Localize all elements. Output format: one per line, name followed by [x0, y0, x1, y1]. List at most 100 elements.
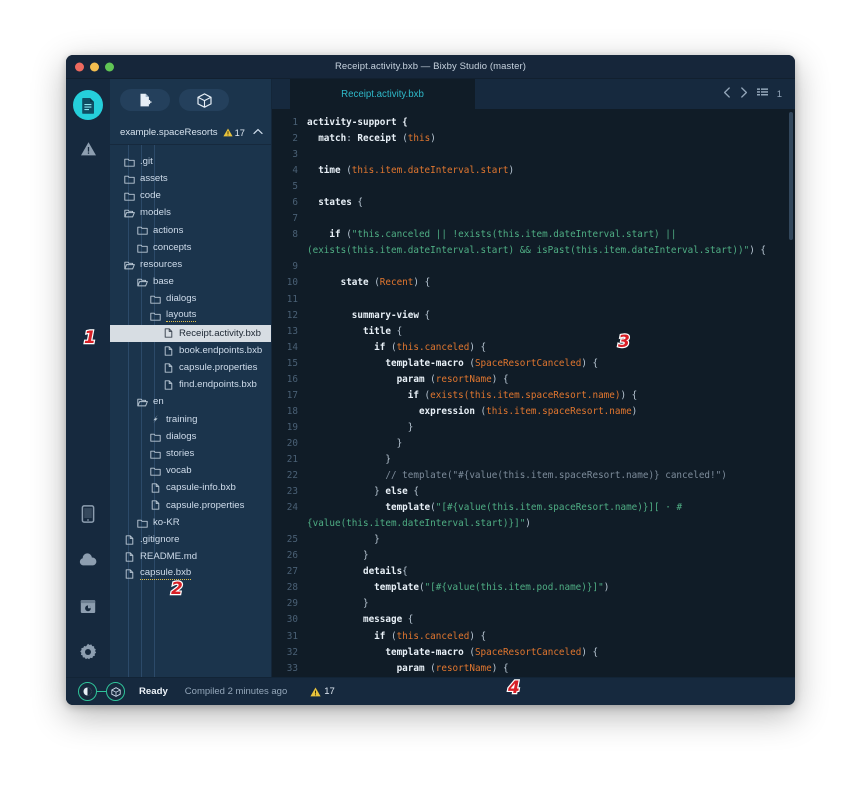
sidebar-toolbar	[110, 79, 271, 121]
code-line-text[interactable]: param (resortName) {	[307, 661, 795, 677]
tree-row[interactable]: concepts	[110, 239, 271, 256]
code-line-number: 10	[286, 277, 298, 289]
code-line-text[interactable]: state (Recent) {	[307, 275, 795, 291]
tree-item-label: ko-KR	[153, 516, 180, 528]
chevron-left-icon[interactable]	[723, 87, 731, 101]
tree-row[interactable]: stories	[110, 445, 271, 462]
code-line-text[interactable]: message {	[307, 612, 795, 628]
tree-row[interactable]: README.md	[110, 548, 271, 565]
tree-row[interactable]: dialogs	[110, 428, 271, 445]
file-icon	[162, 380, 175, 390]
code-line-text[interactable]: if (this.canceled) {	[307, 340, 795, 356]
code-line-text[interactable]: }	[307, 436, 795, 452]
runtime-toggle-group[interactable]	[78, 682, 125, 701]
code-line-number: 28	[286, 582, 298, 594]
device-simulator-icon[interactable]	[73, 499, 103, 529]
folder-closed-icon	[149, 449, 162, 459]
code-line-text[interactable]: if (this.canceled) {	[307, 629, 795, 645]
tree-row[interactable]: models	[110, 205, 271, 222]
code-line: 23 } else {	[272, 484, 795, 500]
window-preview-icon[interactable]	[73, 591, 103, 621]
settings-gear-icon[interactable]	[73, 637, 103, 667]
project-warning-badge[interactable]: 17	[222, 128, 245, 138]
code-line-number: 27	[286, 566, 298, 578]
activity-rail-bottom-group	[66, 499, 110, 667]
file-tree[interactable]: .git assets code models actions concepts resou…	[110, 145, 271, 677]
code-line-text[interactable]: match: Receipt (this)	[307, 131, 795, 147]
cloud-upload-icon[interactable]	[73, 545, 103, 575]
code-editor[interactable]: 1 activity-support {2 match: Receipt (thi…	[272, 109, 795, 677]
tree-item-label: dialogs	[166, 430, 197, 442]
tree-row[interactable]: actions	[110, 222, 271, 239]
tree-row[interactable]: en	[110, 394, 271, 411]
code-line-text[interactable]: }	[307, 452, 795, 468]
tree-item-label: assets	[140, 172, 168, 184]
new-capsule-button[interactable]	[179, 89, 229, 111]
file-explorer-icon[interactable]	[73, 90, 103, 120]
code-line-text[interactable]: // template("#{value(this.item.spaceReso…	[307, 468, 795, 484]
code-line: 31 if (this.canceled) {	[272, 629, 795, 645]
tree-row[interactable]: code	[110, 187, 271, 204]
minimize-window-button[interactable]	[90, 62, 99, 71]
code-line-text[interactable]: param (resortName) {	[307, 372, 795, 388]
tree-row[interactable]: layouts	[110, 308, 271, 325]
code-content[interactable]: 1 activity-support {2 match: Receipt (thi…	[272, 115, 795, 677]
code-line-text[interactable]: summary-view {	[307, 308, 795, 324]
code-line-number: 9	[292, 261, 298, 273]
tree-row[interactable]: dialogs	[110, 291, 271, 308]
code-line-text[interactable]: }	[307, 420, 795, 436]
project-header[interactable]: example.spaceResorts 17	[110, 121, 271, 145]
debug-toggle-icon[interactable]	[78, 682, 97, 701]
project-name: example.spaceResorts	[120, 127, 218, 138]
tree-row[interactable]: vocab	[110, 462, 271, 479]
editor-vertical-scrollbar[interactable]	[789, 112, 793, 240]
code-line-text[interactable]: activity-support {	[307, 115, 795, 131]
code-line-text[interactable]: if (exists(this.item.spaceResort.name)) …	[307, 388, 795, 404]
tree-row[interactable]: find.endpoints.bxb	[110, 376, 271, 393]
code-line: 20 }	[272, 436, 795, 452]
file-sidebar: example.spaceResorts 17 .git assets code…	[110, 79, 272, 677]
maximize-window-button[interactable]	[105, 62, 114, 71]
code-line: 1 activity-support {	[272, 115, 795, 131]
tree-row[interactable]: assets	[110, 170, 271, 187]
tab-receipt-activity[interactable]: Receipt.activity.bxb	[290, 79, 475, 109]
code-line-text[interactable]: }	[307, 532, 795, 548]
tree-row[interactable]: capsule.bxb	[110, 566, 271, 583]
tree-row[interactable]: .gitignore	[110, 531, 271, 548]
code-line-text[interactable]: }	[307, 548, 795, 564]
code-line: 25 }	[272, 532, 795, 548]
code-line-text[interactable]: template("[#{value(this.item.spaceResort…	[307, 500, 795, 532]
close-window-button[interactable]	[75, 62, 84, 71]
code-line-number: 20	[286, 437, 298, 449]
tree-row[interactable]: capsule-info.bxb	[110, 480, 271, 497]
code-line-text[interactable]: template-macro (SpaceResortCanceled) {	[307, 356, 795, 372]
tree-row[interactable]: book.endpoints.bxb	[110, 342, 271, 359]
chevron-up-icon[interactable]	[253, 127, 263, 138]
problems-warning-icon[interactable]	[73, 134, 103, 164]
tree-row[interactable]: .git	[110, 153, 271, 170]
code-line-text[interactable]: } else {	[307, 484, 795, 500]
tree-row[interactable]: capsule.properties	[110, 359, 271, 376]
code-line-text[interactable]: details{	[307, 564, 795, 580]
tree-row[interactable]: training	[110, 411, 271, 428]
tree-row[interactable]: resources	[110, 256, 271, 273]
chevron-right-icon[interactable]	[740, 87, 748, 101]
code-line-number: 8	[292, 229, 298, 241]
tree-row[interactable]: ko-KR	[110, 514, 271, 531]
code-line-text[interactable]: template-macro (SpaceResortCanceled) {	[307, 645, 795, 661]
tree-row[interactable]: base	[110, 273, 271, 290]
capsule-toggle-icon[interactable]	[106, 682, 125, 701]
code-line-text[interactable]: if ("this.canceled || !exists(this.item.…	[307, 227, 795, 259]
screenshot-root: Receipt.activity.bxb — Bixby Studio (mas…	[0, 0, 860, 807]
status-warning-badge[interactable]: 17	[310, 686, 335, 697]
code-line-text[interactable]: template("[#{value(this.item.pod.name)}]…	[307, 580, 795, 596]
tree-row-selected[interactable]: Receipt.activity.bxb	[110, 324, 271, 343]
code-line-text[interactable]: }	[307, 596, 795, 612]
code-line-text[interactable]: expression (this.item.spaceResort.name)	[307, 404, 795, 420]
tree-row[interactable]: capsule.properties	[110, 497, 271, 514]
code-line-text[interactable]: states {	[307, 195, 795, 211]
code-line-text[interactable]: time (this.item.dateInterval.start)	[307, 163, 795, 179]
code-line-text[interactable]: title {	[307, 324, 795, 340]
list-outline-icon[interactable]	[756, 87, 768, 101]
new-file-button[interactable]	[120, 89, 170, 111]
